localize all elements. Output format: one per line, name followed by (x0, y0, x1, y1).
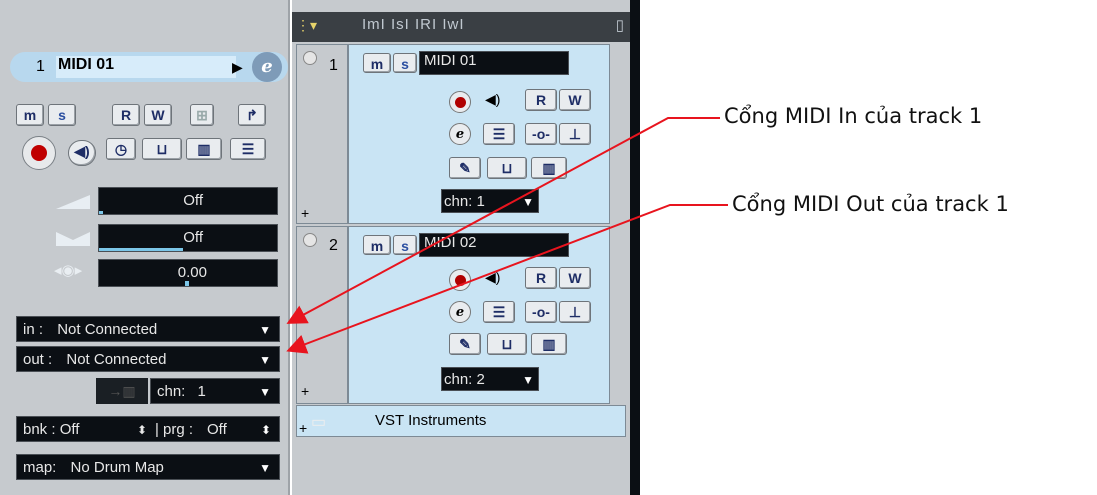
annotation-arrows (286, 117, 728, 354)
midi-out-annotation: Cổng MIDI Out của track 1 (732, 192, 1009, 216)
midi-out-arrow (286, 204, 728, 354)
midi-in-annotation: Cổng MIDI In của track 1 (724, 104, 983, 128)
midi-in-arrow (286, 117, 720, 324)
